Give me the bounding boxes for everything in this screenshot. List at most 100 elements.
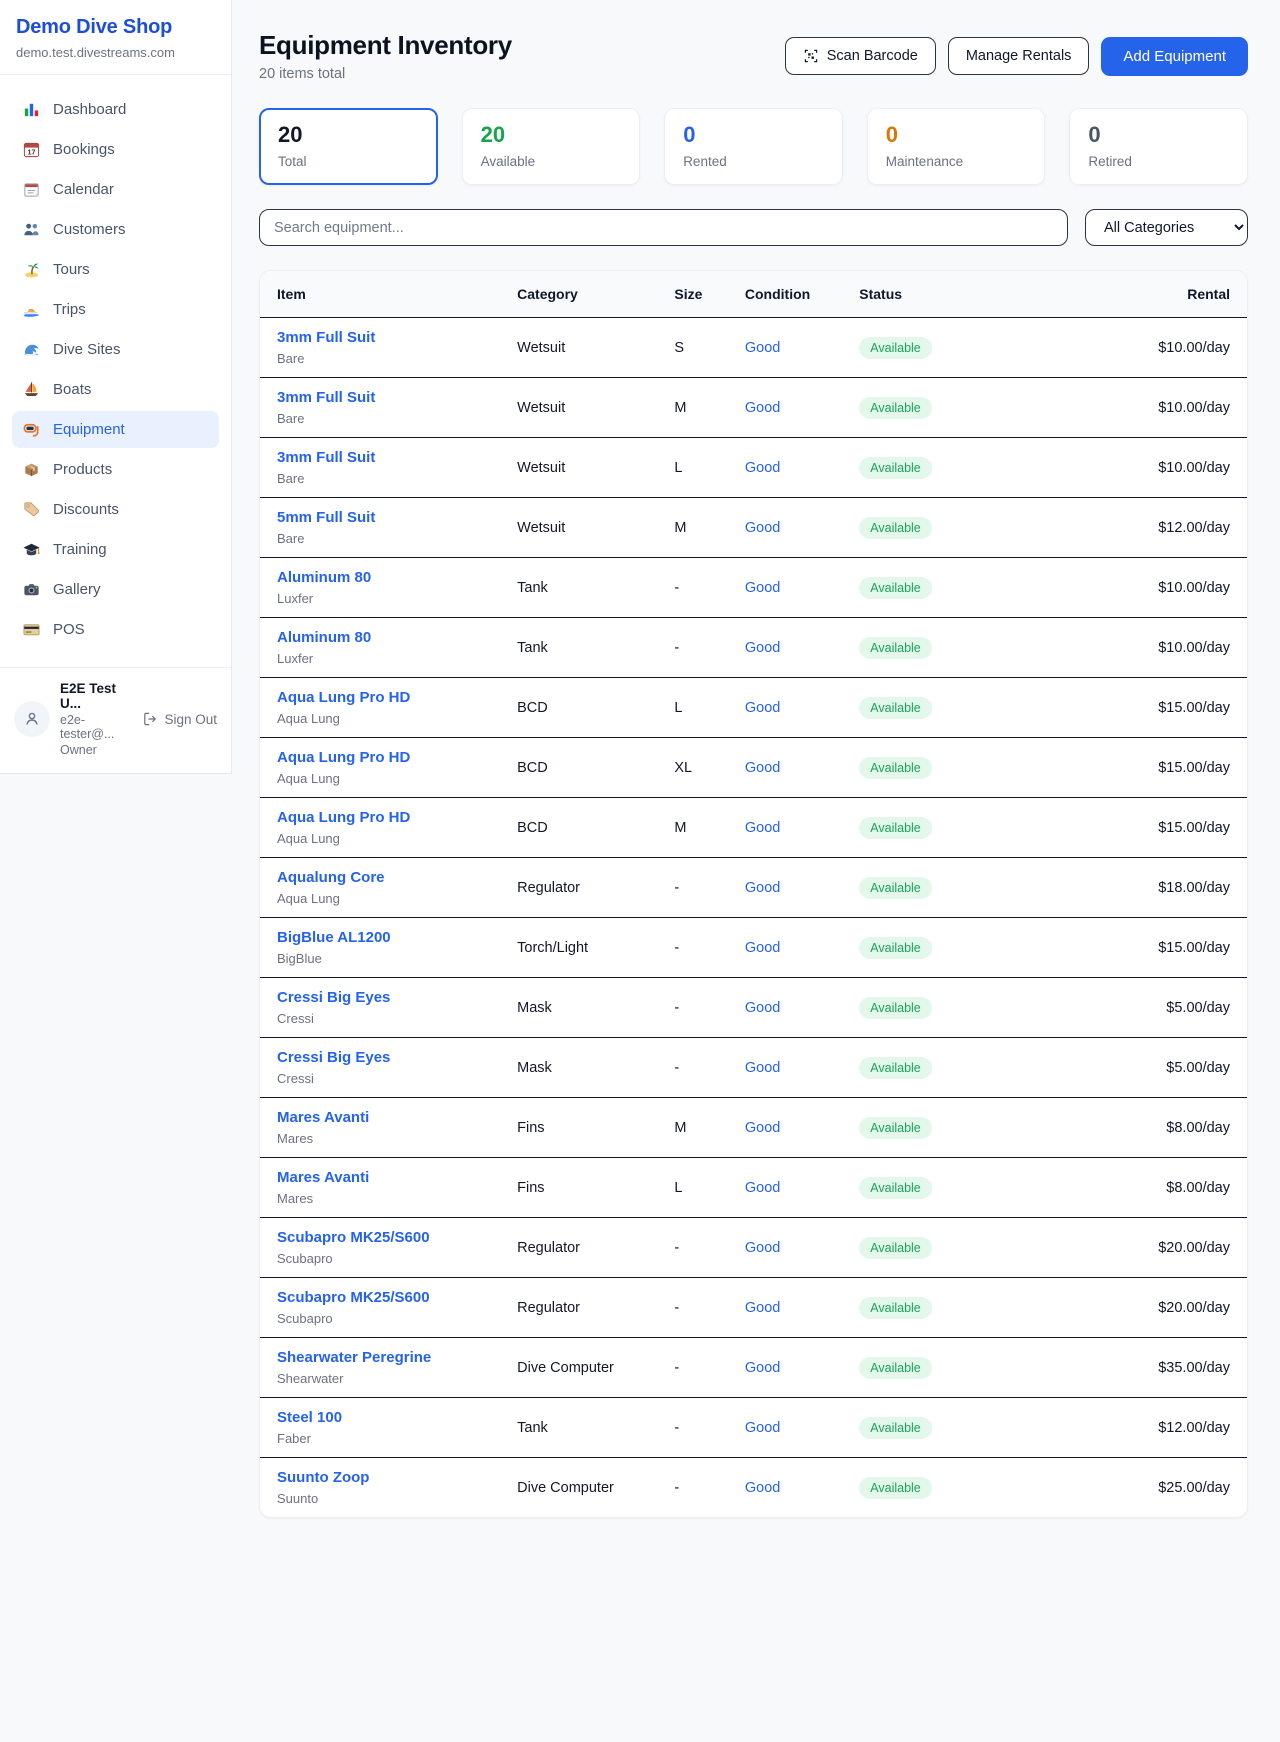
sidebar-item-dive-sites[interactable]: Dive Sites: [12, 331, 219, 368]
condition-link[interactable]: Good: [745, 580, 780, 596]
condition-link[interactable]: Good: [745, 1240, 780, 1256]
item-name-link[interactable]: Shearwater Peregrine: [277, 1349, 517, 1366]
sidebar-item-pos[interactable]: POS: [12, 611, 219, 648]
condition-link[interactable]: Good: [745, 1060, 780, 1076]
sidebar-item-products[interactable]: Products: [12, 451, 219, 488]
item-name-link[interactable]: Scubapro MK25/S600: [277, 1229, 517, 1246]
item-cell: 3mm Full SuitBare: [277, 318, 517, 377]
column-header-size: Size: [674, 271, 745, 317]
brand-title[interactable]: Demo Dive Shop: [16, 16, 215, 39]
condition-link[interactable]: Good: [745, 1120, 780, 1136]
table-row: Mares AvantiMaresFinsLGoodAvailable$8.00…: [260, 1158, 1247, 1218]
condition-link[interactable]: Good: [745, 340, 780, 356]
table-body: 3mm Full SuitBareWetsuitSGoodAvailable$1…: [260, 318, 1247, 1517]
item-name-link[interactable]: Mares Avanti: [277, 1109, 517, 1126]
page: Demo Dive Shop demo.test.divestreams.com…: [0, 0, 1280, 1742]
item-name-link[interactable]: Cressi Big Eyes: [277, 989, 517, 1006]
table-row: Cressi Big EyesCressiMask-GoodAvailable$…: [260, 978, 1247, 1038]
manage-rentals-button[interactable]: Manage Rentals: [948, 37, 1090, 75]
sidebar-item-bookings[interactable]: 17Bookings: [12, 131, 219, 168]
item-name-link[interactable]: 3mm Full Suit: [277, 389, 517, 406]
condition-link[interactable]: Good: [745, 640, 780, 656]
sidebar-item-dashboard[interactable]: Dashboard: [12, 91, 219, 128]
tear-off-calendar-icon: [22, 180, 41, 199]
item-name-link[interactable]: Aluminum 80: [277, 629, 517, 646]
sidebar-item-equipment[interactable]: Equipment: [12, 411, 219, 448]
search-input[interactable]: [259, 209, 1068, 246]
item-cell: Aluminum 80Luxfer: [277, 618, 517, 677]
size-cell: -: [674, 569, 745, 607]
scan-barcode-button[interactable]: Scan Barcode: [785, 37, 936, 75]
stat-card-maintenance[interactable]: 0Maintenance: [867, 108, 1046, 185]
stat-value: 0: [1088, 122, 1229, 148]
item-name-link[interactable]: Aqua Lung Pro HD: [277, 689, 517, 706]
item-brand: Aqua Lung: [277, 771, 517, 786]
item-name-link[interactable]: BigBlue AL1200: [277, 929, 517, 946]
sign-out-label: Sign Out: [164, 712, 217, 727]
item-name-link[interactable]: Suunto Zoop: [277, 1469, 517, 1486]
item-name-link[interactable]: Aqualung Core: [277, 869, 517, 886]
item-cell: Steel 100Faber: [277, 1398, 517, 1457]
sidebar-item-boats[interactable]: Boats: [12, 371, 219, 408]
stat-card-available[interactable]: 20Available: [462, 108, 641, 185]
item-brand: Luxfer: [277, 591, 517, 606]
stat-card-total[interactable]: 20Total: [259, 108, 438, 185]
category-select[interactable]: All Categories: [1085, 209, 1248, 246]
sidebar-item-discounts[interactable]: Discounts: [12, 491, 219, 528]
camera-icon: [22, 580, 41, 599]
condition-link[interactable]: Good: [745, 1000, 780, 1016]
condition-link[interactable]: Good: [745, 1360, 780, 1376]
status-badge: Available: [859, 1177, 932, 1199]
condition-link[interactable]: Good: [745, 1180, 780, 1196]
brand-domain: demo.test.divestreams.com: [16, 45, 215, 60]
item-name-link[interactable]: Aluminum 80: [277, 569, 517, 586]
stat-card-rented[interactable]: 0Rented: [664, 108, 843, 185]
column-header-condition: Condition: [745, 271, 859, 317]
rental-price: $8.00/day: [1166, 1120, 1230, 1136]
item-name-link[interactable]: 3mm Full Suit: [277, 449, 517, 466]
condition-link[interactable]: Good: [745, 760, 780, 776]
item-name-link[interactable]: Cressi Big Eyes: [277, 1049, 517, 1066]
item-name-link[interactable]: Scubapro MK25/S600: [277, 1289, 517, 1306]
rental-price: $10.00/day: [1158, 400, 1230, 416]
size-cell: -: [674, 1409, 745, 1447]
sidebar-item-calendar[interactable]: Calendar: [12, 171, 219, 208]
item-brand: Cressi: [277, 1011, 517, 1026]
sidebar-item-label: POS: [53, 621, 85, 638]
condition-link[interactable]: Good: [745, 400, 780, 416]
rental-price: $8.00/day: [1166, 1180, 1230, 1196]
table-row: Aqua Lung Pro HDAqua LungBCDMGoodAvailab…: [260, 798, 1247, 858]
item-brand: Aqua Lung: [277, 891, 517, 906]
item-cell: 5mm Full SuitBare: [277, 498, 517, 557]
item-name-link[interactable]: Aqua Lung Pro HD: [277, 809, 517, 826]
item-name-link[interactable]: Aqua Lung Pro HD: [277, 749, 517, 766]
bar-chart-icon: [22, 100, 41, 119]
sign-out-button[interactable]: Sign Out: [142, 711, 217, 727]
sidebar-item-training[interactable]: Training: [12, 531, 219, 568]
item-name-link[interactable]: 3mm Full Suit: [277, 329, 517, 346]
status-badge: Available: [859, 1417, 932, 1439]
item-name-link[interactable]: 5mm Full Suit: [277, 509, 517, 526]
category-cell: Tank: [517, 569, 674, 607]
rental-price: $35.00/day: [1158, 1360, 1230, 1376]
user-name: E2E Test U...: [60, 681, 132, 711]
sidebar-item-trips[interactable]: Trips: [12, 291, 219, 328]
condition-link[interactable]: Good: [745, 460, 780, 476]
condition-link[interactable]: Good: [745, 1420, 780, 1436]
condition-link[interactable]: Good: [745, 520, 780, 536]
condition-link[interactable]: Good: [745, 940, 780, 956]
item-brand: Mares: [277, 1191, 517, 1206]
sidebar-item-customers[interactable]: Customers: [12, 211, 219, 248]
item-name-link[interactable]: Mares Avanti: [277, 1169, 517, 1186]
condition-link[interactable]: Good: [745, 700, 780, 716]
condition-link[interactable]: Good: [745, 820, 780, 836]
condition-link[interactable]: Good: [745, 1480, 780, 1496]
sidebar-item-tours[interactable]: Tours: [12, 251, 219, 288]
sidebar-item-gallery[interactable]: Gallery: [12, 571, 219, 608]
item-name-link[interactable]: Steel 100: [277, 1409, 517, 1426]
add-equipment-button[interactable]: Add Equipment: [1101, 37, 1248, 76]
sidebar-item-label: Dashboard: [53, 101, 126, 118]
condition-link[interactable]: Good: [745, 1300, 780, 1316]
stat-card-retired[interactable]: 0Retired: [1069, 108, 1248, 185]
condition-link[interactable]: Good: [745, 880, 780, 896]
